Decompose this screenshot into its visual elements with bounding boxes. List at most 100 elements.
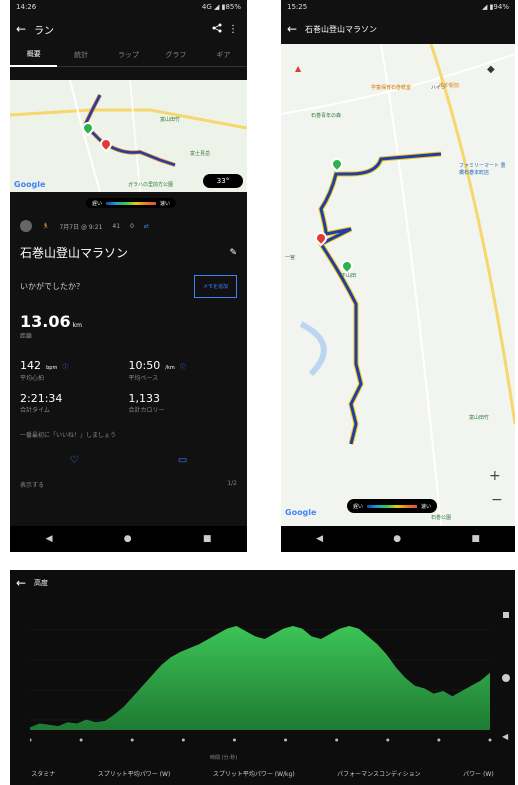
x-axis-label: 時間 (分:秒) <box>210 755 238 761</box>
map-poi: ガラハの里前方公園 <box>128 182 173 188</box>
tab-summary[interactable]: 概要 <box>10 43 58 67</box>
nav-home-icon[interactable]: ● <box>393 534 401 544</box>
nav-home-icon[interactable]: ● <box>124 534 132 544</box>
map-poi: ファミリーマート 豊橋石巻本町店 <box>459 163 506 176</box>
footer-left: 表示する <box>20 482 45 489</box>
app-bar: ← 高度 <box>10 570 515 596</box>
reaction-row: ♡ ▭ <box>10 455 247 466</box>
page-title: 石巻山登山マラソン <box>305 24 377 34</box>
zoom-in-button[interactable]: + <box>489 468 501 484</box>
distance-value: 13.06 <box>20 312 71 331</box>
distance-row: 13.06 km <box>10 312 247 331</box>
legend-gradient <box>367 504 418 508</box>
legend-fast: 速い <box>421 503 432 510</box>
tab-graphs[interactable]: グラフ <box>152 44 199 66</box>
map-poi: 学童保育石巻教室 <box>371 85 412 91</box>
nav-recent-icon[interactable]: ■ <box>203 534 212 544</box>
tab-laps[interactable]: ラップ <box>105 44 152 66</box>
status-icons: ◢ ▮94% <box>481 3 509 11</box>
x-tick-marker <box>488 738 492 742</box>
status-icons: 4G ◢ ▮85% <box>201 3 241 11</box>
nav-back-icon[interactable]: ◀ <box>46 534 53 544</box>
nav-recent-icon[interactable]: ■ <box>471 534 480 544</box>
temperature-badge[interactable]: 33° <box>203 174 243 188</box>
map-poi: 富山田竹 <box>160 117 181 123</box>
distance-label: 距離 <box>20 333 33 340</box>
x-tick-marker <box>437 738 441 742</box>
back-icon[interactable]: ← <box>287 22 305 36</box>
full-route-map[interactable]: 市や駅前 学童保育石巻教室 石巻青年の森 ファミリーマート 豊橋石巻本町店 一宮… <box>281 44 515 526</box>
avatar[interactable] <box>20 220 32 232</box>
calories-value: 1,133 <box>128 392 161 405</box>
pace-stat[interactable]: 10:50 /km ⓘ 平均ペース <box>129 354 238 382</box>
nav-back-icon[interactable]: ◀ <box>316 534 323 544</box>
time-value: 2:21:34 <box>20 392 63 405</box>
route-map-screen: 15:25 ◢ ▮94% ← 石巻山登山マラソン 市や駅前 学童保育石巻教室 石… <box>281 0 515 552</box>
side-handle-top-icon[interactable] <box>503 612 509 618</box>
metric-split-power-wkg[interactable]: スプリット平均パワー (W/kg) <box>213 769 295 778</box>
tab-stats[interactable]: 統計 <box>57 44 104 66</box>
activity-summary-screen: 14:26 4G ◢ ▮85% ← ラン ⋮ 概要 統計 ラップ グラフ ギア … <box>10 0 247 552</box>
cheer-text: 一番最初に「いいね！」しましょう <box>20 432 117 439</box>
map-poi: 石巻公園 <box>431 515 452 521</box>
tab-gear[interactable]: ギア <box>200 44 247 66</box>
zoom-out-button[interactable]: − <box>491 492 503 508</box>
metric-power-w[interactable]: パワー (W) <box>463 769 494 778</box>
like-heart-icon[interactable]: ♡ <box>70 455 79 466</box>
hr-unit: bpm <box>46 365 58 371</box>
metrics-bar: スタミナ スプリット平均パワー (W) スプリット平均パワー (W/kg) パフ… <box>10 764 515 782</box>
status-time: 14:26 <box>16 3 37 11</box>
elevation-series <box>30 626 492 742</box>
stats-row-2: 2:21:34 合計タイム 1,133 合計カロリー <box>10 392 247 414</box>
status-time: 15:25 <box>287 3 308 11</box>
run-icon: 🏃 <box>42 222 50 230</box>
add-memo-button[interactable]: メモを追加 <box>193 275 237 298</box>
side-handle-mid-icon[interactable] <box>502 674 510 682</box>
speed-legend: 遅い 速い <box>347 499 438 513</box>
comment-icon[interactable]: ▭ <box>178 455 187 466</box>
legend-slow: 遅い <box>353 503 364 510</box>
share-icon[interactable] <box>209 23 225 36</box>
system-nav-bar: ◀ ● ■ <box>281 526 515 552</box>
map-poi: 富士見岳 <box>190 151 211 157</box>
sync-icon[interactable]: ⇄ <box>144 223 149 230</box>
legend-gradient <box>106 201 157 205</box>
info-icon: ⓘ <box>179 364 186 371</box>
elevation-chart[interactable] <box>30 600 500 750</box>
x-tick-marker <box>335 738 339 742</box>
likes-count: 41 <box>112 222 121 230</box>
footer-right: 1/2 <box>227 480 237 487</box>
comments-count: 0 <box>130 222 134 230</box>
back-icon[interactable]: ← <box>16 22 34 36</box>
compass-icon[interactable]: ▲ <box>295 64 301 73</box>
activity-date: 7月7日 @ 9:21 <box>59 223 103 231</box>
elevation-area <box>30 626 490 730</box>
google-logo: Google <box>285 508 317 517</box>
map-poi: 一宮 <box>285 255 296 261</box>
map-poi: 下山田 <box>341 273 357 279</box>
more-icon[interactable]: ⋮ <box>225 24 241 35</box>
metric-stamina[interactable]: スタミナ <box>31 769 55 778</box>
metric-performance-condition[interactable]: パフォーマンスコンディション <box>337 769 420 778</box>
hr-stat[interactable]: 142 bpm ⓘ 平均心拍 <box>20 354 129 382</box>
x-tick-marker <box>232 738 236 742</box>
page-title: ラン <box>34 25 54 37</box>
map-poi: 富山田竹 <box>469 415 490 421</box>
edit-icon[interactable]: ✎ <box>229 248 237 258</box>
google-logo: Google <box>14 180 46 189</box>
layers-icon[interactable]: ◆ <box>487 64 495 75</box>
legend-slow: 遅い <box>92 200 103 207</box>
side-handle-bottom-icon[interactable]: ◀ <box>502 732 508 741</box>
back-icon[interactable]: ← <box>16 576 34 590</box>
system-nav-bar: ◀ ● ■ <box>10 526 247 552</box>
activity-card: 🏃 7月7日 @ 9:21 41 0 ⇄ 石巻山登山マラソン ✎ いかがでしたか… <box>10 212 247 526</box>
hr-label: 平均心拍 <box>20 375 45 382</box>
temperature-value: 33° <box>216 177 230 185</box>
elevation-chart-screen: ← 高度 時間 (分:秒) ◀ スタミナ スプリット平均パワー (W) スプリッ… <box>10 570 515 785</box>
pace-value: 10:50 <box>128 359 161 372</box>
metric-split-power-w[interactable]: スプリット平均パワー (W) <box>98 769 171 778</box>
distance-unit: km <box>72 322 82 329</box>
route-map[interactable]: 富山田竹 富士見岳 ガラハの里前方公園 Google 33° <box>10 80 247 192</box>
status-bar: 14:26 4G ◢ ▮85% <box>10 0 247 14</box>
hr-value: 142 <box>20 359 41 372</box>
